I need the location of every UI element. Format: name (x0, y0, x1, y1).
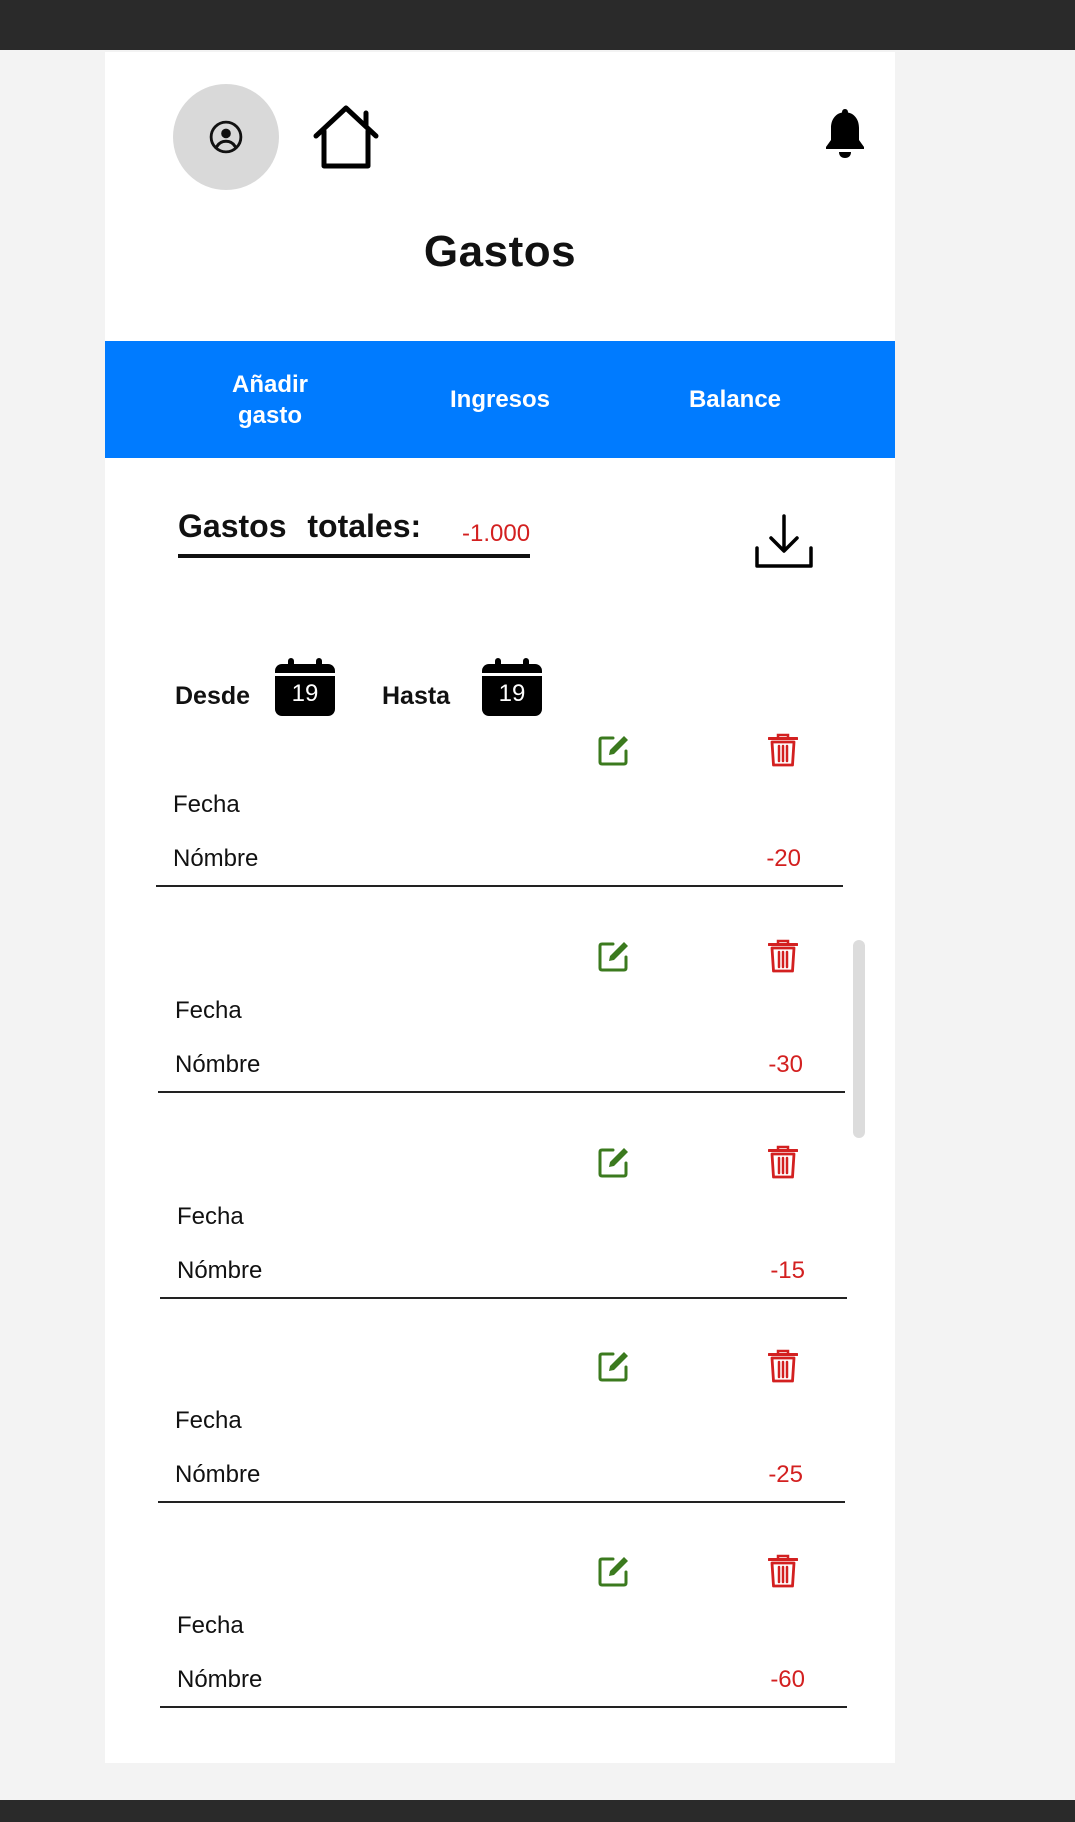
expense-row: Fecha Nómbre -60 (105, 1554, 895, 1754)
from-day: 19 (291, 680, 319, 707)
expense-row: Fecha Nómbre -20 (105, 733, 895, 933)
expense-amount: -60 (770, 1666, 805, 1693)
window-bottom-bar (0, 1800, 1075, 1822)
tab-income[interactable]: Ingresos (415, 341, 585, 458)
trash-icon[interactable] (768, 733, 798, 767)
row-divider (158, 1091, 845, 1093)
window-top-bar (0, 0, 1075, 50)
expense-date: Fecha (173, 791, 240, 818)
user-circle-icon (209, 120, 243, 154)
total-expenses-label: Gastos totales: (178, 508, 422, 544)
bell-icon[interactable] (823, 106, 867, 160)
scrollbar-thumb[interactable] (853, 940, 865, 1138)
expense-amount: -20 (766, 845, 801, 872)
expense-name: Nómbre (173, 845, 259, 872)
trash-icon[interactable] (768, 1349, 798, 1383)
nav-bar: Añadir gasto Ingresos Balance (105, 341, 895, 458)
trash-icon[interactable] (768, 1554, 798, 1588)
expense-amount: -25 (768, 1461, 803, 1488)
expense-row: Fecha Nómbre -15 (105, 1145, 895, 1345)
expense-name: Nómbre (175, 1461, 261, 1488)
expense-name: Nómbre (177, 1666, 263, 1693)
expense-date: Fecha (177, 1612, 244, 1639)
from-date-picker[interactable]: 19 (275, 658, 335, 716)
edit-icon[interactable] (597, 733, 631, 767)
row-divider (160, 1706, 847, 1708)
edit-icon[interactable] (597, 1349, 631, 1383)
edit-icon[interactable] (597, 1145, 631, 1179)
download-icon[interactable] (753, 512, 815, 570)
row-divider (156, 885, 843, 887)
expense-date: Fecha (177, 1203, 244, 1230)
expense-name: Nómbre (175, 1051, 261, 1078)
trash-icon[interactable] (768, 939, 798, 973)
edit-icon[interactable] (597, 939, 631, 973)
tab-add-expense[interactable]: Añadir gasto (200, 341, 340, 458)
profile-button[interactable] (173, 84, 279, 190)
total-expenses-value: -1.000 (462, 520, 531, 547)
expense-date: Fecha (175, 1407, 242, 1434)
to-date-picker[interactable]: 19 (482, 658, 542, 716)
from-label: Desde (175, 682, 251, 710)
trash-icon[interactable] (768, 1145, 798, 1179)
edit-icon[interactable] (597, 1554, 631, 1588)
expense-date: Fecha (175, 997, 242, 1024)
app-screen: Gastos Añadir gasto Ingresos Balance Gas… (105, 52, 895, 1763)
row-divider (160, 1297, 847, 1299)
expense-row: Fecha Nómbre -30 (105, 939, 895, 1139)
expense-name: Nómbre (177, 1257, 263, 1284)
expense-row: Fecha Nómbre -25 (105, 1349, 895, 1549)
page-title: Gastos (423, 227, 577, 276)
expense-amount: -30 (768, 1051, 803, 1078)
row-divider (158, 1501, 845, 1503)
tab-balance[interactable]: Balance (650, 341, 820, 458)
to-label: Hasta (382, 682, 451, 710)
expense-amount: -15 (770, 1257, 805, 1284)
total-underline (178, 554, 530, 558)
home-icon[interactable] (310, 100, 382, 172)
to-day: 19 (498, 680, 526, 707)
